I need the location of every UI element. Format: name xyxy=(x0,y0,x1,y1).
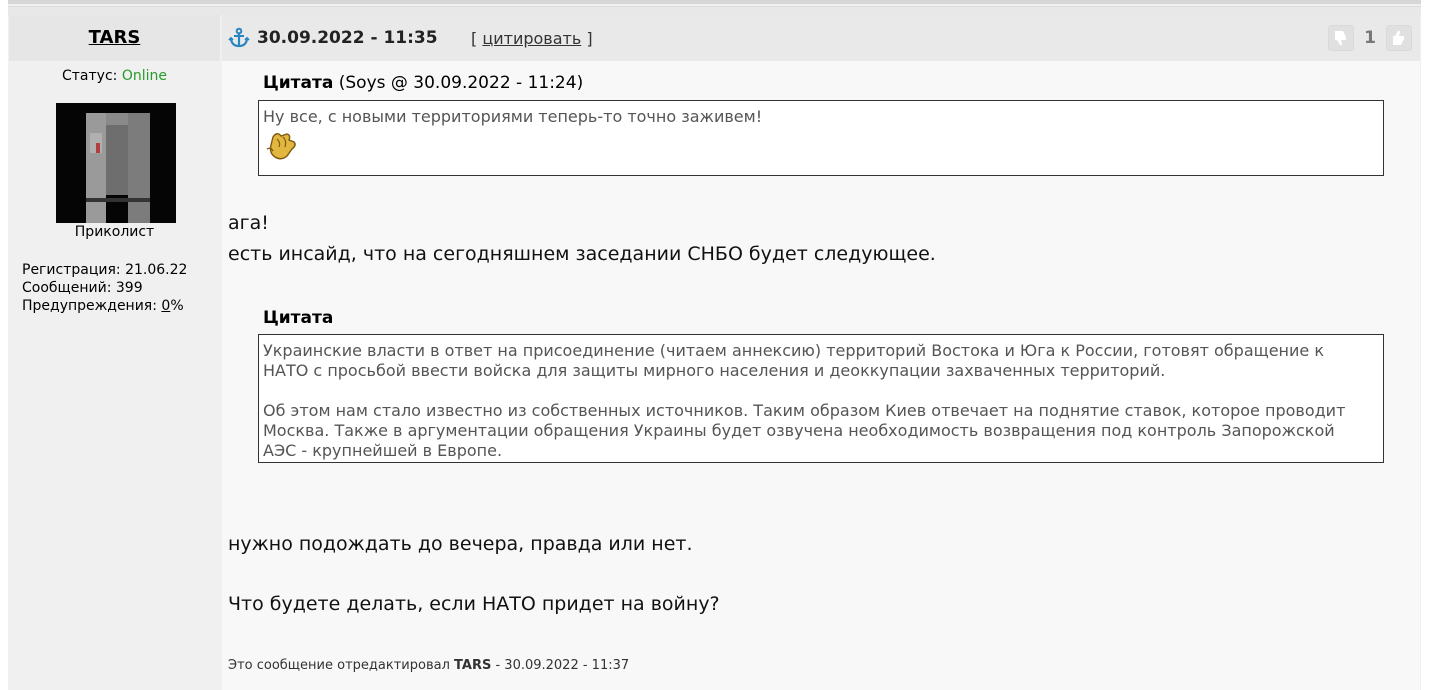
author-panel: TARS Статус: Online Приколист Регистраци… xyxy=(9,15,220,690)
author-status: Статус: Online xyxy=(9,68,220,84)
top-divider xyxy=(8,0,1421,4)
rating-value: 1 xyxy=(1364,28,1376,48)
avatar-image xyxy=(56,103,176,223)
quote2-paragraph-1: Украинские власти в ответ на присоединен… xyxy=(263,341,1324,380)
posts-label: Сообщений: xyxy=(22,280,112,296)
bracket-open: [ xyxy=(471,29,478,48)
author-header: TARS xyxy=(9,15,220,61)
registration-label: Регистрация: xyxy=(22,262,121,278)
author-name-link[interactable]: TARS xyxy=(9,27,220,48)
thumbs-up-icon[interactable] xyxy=(1386,25,1412,51)
status-online: Online xyxy=(121,68,167,84)
warnings-value-link[interactable]: 0 xyxy=(161,298,170,314)
author-rank: Приколист xyxy=(74,224,155,240)
author-stats: Регистрация: 21.06.22 Сообщений: 399 Пре… xyxy=(22,261,187,315)
registration-row: Регистрация: 21.06.22 xyxy=(22,261,187,279)
clapping-hands-icon xyxy=(265,129,301,168)
post-panel: 30.09.2022 - 11:35 [ цитировать ] 1 Цита… xyxy=(222,15,1420,690)
reply-line-3: нужно подождать до вечера, правда или не… xyxy=(228,533,693,555)
quote2-title: Цитата xyxy=(263,308,333,328)
status-label: Статус: xyxy=(62,68,118,84)
post-rating: 1 xyxy=(1328,24,1412,52)
warnings-unit: % xyxy=(170,298,184,314)
edited-suffix: - 30.09.2022 - 11:37 xyxy=(495,658,630,673)
edited-prefix: Это сообщение отредактировал xyxy=(228,658,450,673)
posts-row: Сообщений: 399 xyxy=(22,279,187,297)
reply-line-4: Что будете делать, если НАТО придет на в… xyxy=(228,593,720,615)
avatar[interactable] xyxy=(56,103,176,223)
post-datetime: 30.09.2022 - 11:35 xyxy=(257,28,438,48)
warnings-row: Предупреждения: 0% xyxy=(22,297,187,315)
quote1-box: Ну все, с новыми территориями теперь-то … xyxy=(258,100,1384,176)
warnings-label: Предупреждения: xyxy=(22,298,157,314)
registration-value: 21.06.22 xyxy=(125,262,188,278)
quote1-title: Цитата (Soys @ 30.09.2022 - 11:24) xyxy=(263,73,583,93)
post-header: 30.09.2022 - 11:35 [ цитировать ] 1 xyxy=(222,15,1420,61)
quote2-box: Украинские власти в ответ на присоединен… xyxy=(258,334,1384,463)
top-divider-2 xyxy=(8,6,1421,15)
quote1-text: Ну все, с новыми территориями теперь-то … xyxy=(263,107,763,126)
edited-by: TARS xyxy=(454,658,492,673)
anchor-icon[interactable] xyxy=(228,27,250,49)
bracket-close: ] xyxy=(586,29,593,48)
quote1-label: Цитата xyxy=(263,73,334,93)
quote1-meta: (Soys @ 30.09.2022 - 11:24) xyxy=(338,73,584,93)
quote2-paragraph-2: Об этом нам стало известно из собственны… xyxy=(263,401,1346,460)
quote-button-wrap: [ цитировать ] xyxy=(471,29,593,48)
edited-note: Это сообщение отредактировал TARS - 30.0… xyxy=(228,658,629,673)
reply-line-2: есть инсайд, что на сегодняшнем заседани… xyxy=(228,243,936,265)
posts-value: 399 xyxy=(115,280,143,296)
quote2-label: Цитата xyxy=(263,308,334,328)
reply-line-1: ага! xyxy=(228,212,269,234)
thumbs-down-icon[interactable] xyxy=(1328,25,1355,51)
quote-button[interactable]: цитировать xyxy=(482,29,581,48)
